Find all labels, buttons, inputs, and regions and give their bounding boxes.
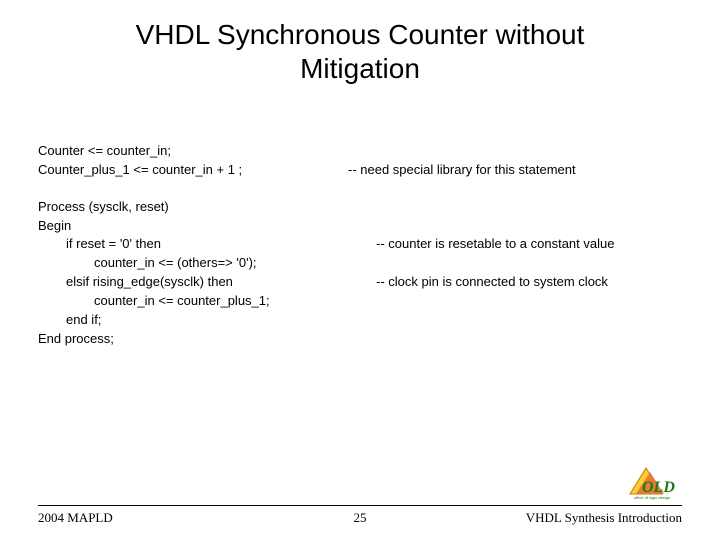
code-text: Begin (38, 217, 348, 236)
slide-title: VHDL Synchronous Counter without Mitigat… (0, 0, 720, 85)
slide-footer: 2004 MAPLD 25 VHDL Synthesis Introductio… (38, 510, 682, 526)
code-text: counter_in <= counter_plus_1; (38, 292, 404, 311)
code-line: End process; (38, 330, 682, 349)
code-comment: -- clock pin is connected to system cloc… (376, 273, 682, 292)
footer-page-number: 25 (354, 510, 367, 526)
code-line: Counter_plus_1 <= counter_in + 1 ; -- ne… (38, 161, 682, 180)
footer-left: 2004 MAPLD (38, 510, 113, 526)
title-line-1: VHDL Synchronous Counter without (136, 19, 585, 50)
code-comment: -- counter is resetable to a constant va… (376, 235, 682, 254)
code-comment: -- need special library for this stateme… (348, 161, 682, 180)
code-text: Process (sysclk, reset) (38, 198, 348, 217)
svg-text:office of logic design: office of logic design (634, 495, 670, 500)
title-line-2: Mitigation (300, 53, 420, 84)
old-logo-icon: OLD office of logic design (622, 464, 682, 500)
svg-text:OLD: OLD (642, 479, 675, 496)
code-text: counter_in <= (others=> '0'); (38, 254, 404, 273)
code-line: Begin (38, 217, 682, 236)
code-line: Counter <= counter_in; (38, 142, 682, 161)
code-text: End process; (38, 330, 348, 349)
footer-right: VHDL Synthesis Introduction (526, 510, 682, 526)
code-line: elsif rising_edge(sysclk) then -- clock … (38, 273, 682, 292)
slide: VHDL Synchronous Counter without Mitigat… (0, 0, 720, 540)
footer-separator (38, 505, 682, 506)
code-line: end if; (38, 311, 682, 330)
code-text: elsif rising_edge(sysclk) then (38, 273, 376, 292)
code-text: end if; (38, 311, 376, 330)
code-text: Counter <= counter_in; (38, 142, 348, 161)
code-text: Counter_plus_1 <= counter_in + 1 ; (38, 161, 348, 180)
code-line: if reset = '0' then -- counter is reseta… (38, 235, 682, 254)
code-line: Process (sysclk, reset) (38, 198, 682, 217)
blank-line (38, 180, 682, 198)
slide-body: Counter <= counter_in; Counter_plus_1 <=… (38, 142, 682, 348)
code-text: if reset = '0' then (38, 235, 376, 254)
code-line: counter_in <= counter_plus_1; (38, 292, 682, 311)
code-line: counter_in <= (others=> '0'); (38, 254, 682, 273)
